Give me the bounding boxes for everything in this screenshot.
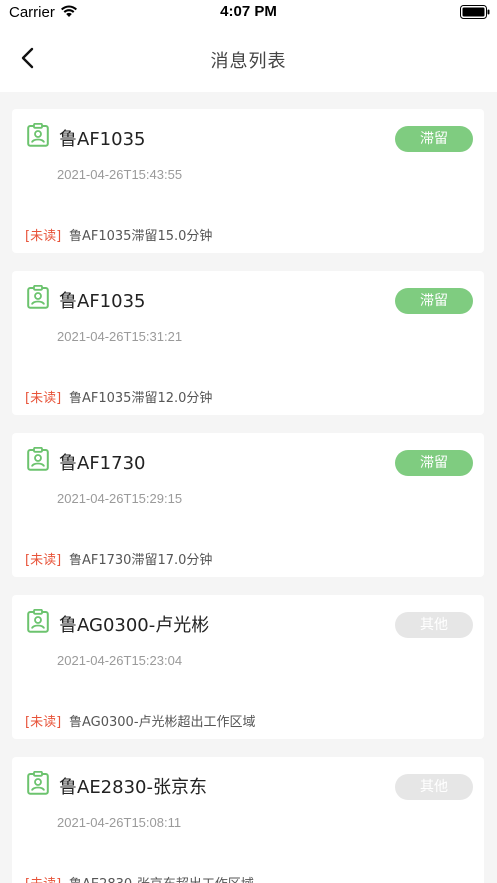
unread-tag: [未读] [25,553,62,568]
message-card[interactable]: 鲁AF1730 滞留 2021-04-26T15:29:15 [未读] 鲁AF1… [12,433,484,577]
unread-tag: [未读] [25,229,62,244]
unread-tag: [未读] [25,391,62,406]
status-badge: 滞留 [395,288,473,314]
message-card[interactable]: 鲁AG0300-卢光彬 其他 2021-04-26T15:23:04 [未读] … [12,595,484,739]
status-badge: 滞留 [395,126,473,152]
message-title: 鲁AF1730 [59,453,146,474]
vehicle-id-icon [27,285,49,309]
vehicle-id-icon [27,771,49,795]
message-text: 鲁AE2830-张京东超出工作区域 [69,873,254,883]
message-text: 鲁AF1035滞留12.0分钟 [69,391,213,406]
message-text: 鲁AF1035滞留15.0分钟 [69,229,213,244]
status-badge: 其他 [395,774,473,800]
message-title: 鲁AF1035 [59,291,146,312]
clock: 4:07 PM [220,3,277,20]
message-timestamp: 2021-04-26T15:29:15 [57,491,183,506]
vehicle-id-icon [27,123,49,147]
message-text: 鲁AG0300-卢光彬超出工作区域 [69,715,256,730]
message-timestamp: 2021-04-26T15:43:55 [57,167,183,182]
message-timestamp: 2021-04-26T15:23:04 [57,653,183,668]
message-timestamp: 2021-04-26T15:31:21 [57,329,183,344]
vehicle-id-icon [27,447,49,471]
message-timestamp: 2021-04-26T15:08:11 [57,815,182,830]
message-card[interactable]: 鲁AF1035 滞留 2021-04-26T15:31:21 [未读] 鲁AF1… [12,271,484,415]
message-card[interactable]: 鲁AF1035 滞留 2021-04-26T15:43:55 [未读] 鲁AF1… [12,109,484,253]
page-title: 消息列表 [210,51,287,72]
message-card[interactable]: 鲁AE2830-张京东 其他 2021-04-26T15:08:11 [未读] … [12,757,484,883]
message-text: 鲁AF1730滞留17.0分钟 [69,553,213,568]
battery-icon [460,5,490,19]
message-title: 鲁AG0300-卢光彬 [59,615,210,636]
unread-tag: [未读] [25,873,61,883]
status-bar: Carrier 4:07 PM [0,0,497,26]
status-badge: 其他 [395,612,473,638]
unread-tag: [未读] [25,715,62,730]
message-title: 鲁AE2830-张京东 [59,777,207,798]
vehicle-id-icon [27,609,49,633]
status-badge: 滞留 [395,450,473,476]
message-title: 鲁AF1035 [59,129,146,150]
message-list[interactable]: 鲁AF1035 滞留 2021-04-26T15:43:55 [未读] 鲁AF1… [0,92,497,883]
navigation-bar: 消息列表 [0,26,497,92]
